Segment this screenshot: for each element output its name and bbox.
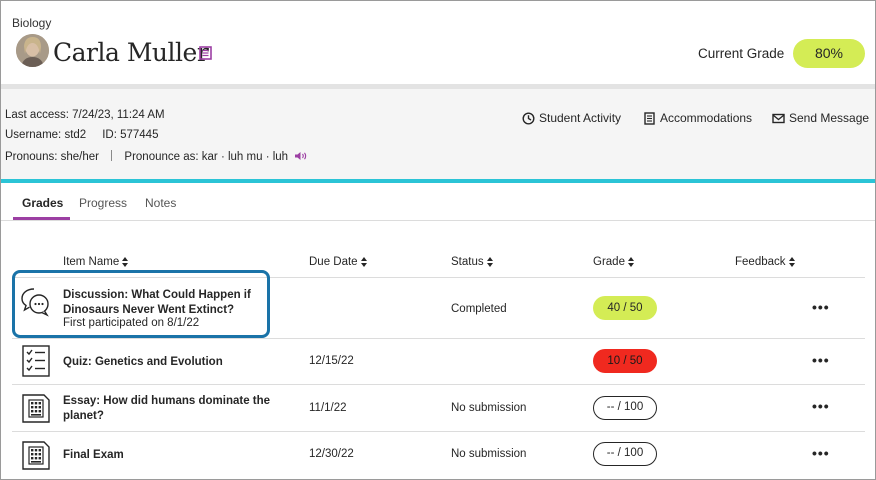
activity-icon — [522, 111, 535, 125]
column-header-feedback[interactable]: Feedback — [735, 256, 795, 268]
header-label: Feedback — [735, 256, 786, 268]
avatar — [16, 34, 49, 67]
row-divider — [12, 431, 865, 432]
course-name: Biology — [12, 16, 52, 30]
accommodations-label: Accommodations — [660, 111, 753, 125]
speaker-icon[interactable] — [294, 151, 308, 161]
notes-icon[interactable] — [199, 46, 212, 60]
pronounce-value: kar · luh mu · luh — [201, 151, 289, 163]
divider — [111, 150, 113, 161]
sort-icon — [788, 257, 795, 267]
sort-icon — [360, 257, 367, 267]
grade-pill[interactable]: 10 / 50 — [593, 349, 657, 373]
tab-progress[interactable]: Progress — [79, 196, 127, 210]
tab-grades[interactable]: Grades — [22, 196, 63, 210]
item-title[interactable]: Final Exam — [63, 448, 124, 463]
item-title[interactable]: Essay: How did humans dominate the plane… — [63, 394, 270, 424]
due-date-cell: 11/1/22 — [309, 402, 347, 414]
student-activity-button[interactable]: Student Activity — [522, 111, 621, 125]
calculator-icon — [22, 441, 50, 470]
last-access: Last access: 7/24/23, 11:24 AM — [5, 109, 165, 121]
row-divider — [12, 384, 865, 385]
more-options-button[interactable]: ••• — [812, 299, 830, 315]
item-title-line: Essay: How did humans dominate the — [63, 395, 271, 407]
envelope-icon — [772, 113, 785, 123]
calculator-icon — [22, 394, 50, 423]
header-label: Item Name — [63, 256, 120, 268]
sort-icon — [627, 257, 634, 267]
username-label: Username: — [5, 129, 62, 141]
due-date-cell: 12/15/22 — [309, 355, 354, 367]
status-cell: Completed — [451, 303, 507, 315]
pronounce-label: Pronounce as: — [124, 151, 199, 163]
send-message-button[interactable]: Send Message — [772, 111, 869, 125]
pronouns-value: she/her — [60, 151, 99, 163]
column-header-due-date[interactable]: Due Date — [309, 256, 367, 268]
id-label: ID: — [102, 129, 117, 141]
more-options-button[interactable]: ••• — [812, 445, 830, 461]
highlight-outline — [12, 270, 270, 338]
accommodations-icon — [644, 111, 655, 125]
due-date-cell: 12/30/22 — [309, 448, 354, 460]
grade-pill[interactable]: -- / 100 — [593, 442, 657, 466]
pronouns-label: Pronouns: — [5, 151, 58, 163]
accommodations-button[interactable]: Accommodations — [643, 111, 752, 125]
grade-pill[interactable]: -- / 100 — [593, 396, 657, 420]
header-label: Due Date — [309, 256, 358, 268]
grade-pill[interactable]: 40 / 50 — [593, 296, 657, 320]
more-options-button[interactable]: ••• — [812, 398, 830, 414]
header-label: Status — [451, 256, 484, 268]
item-title-line: planet? — [63, 410, 104, 422]
last-access-value: 7/24/23, 11:24 AM — [72, 109, 165, 121]
sort-icon — [122, 257, 129, 267]
id-value: 577445 — [120, 129, 159, 141]
username-row: Username: std2 ID: 577445 — [5, 129, 158, 141]
current-grade-badge: 80% — [793, 39, 865, 68]
current-grade-label: Current Grade — [698, 46, 785, 61]
row-divider — [12, 338, 865, 339]
status-cell: No submission — [451, 402, 527, 414]
student-activity-label: Student Activity — [539, 111, 622, 125]
status-cell: No submission — [451, 448, 527, 460]
column-header-status[interactable]: Status — [451, 256, 493, 268]
header-label: Grade — [593, 256, 625, 268]
username-value: std2 — [64, 129, 87, 141]
more-options-button[interactable]: ••• — [812, 352, 830, 368]
sort-icon — [486, 257, 493, 267]
tabs-divider — [1, 220, 875, 221]
tab-notes[interactable]: Notes — [145, 196, 176, 210]
pronouns-row: Pronouns: she/her Pronounce as: kar · lu… — [5, 150, 308, 163]
send-message-label: Send Message — [789, 111, 870, 125]
student-name: Carla Muller — [53, 38, 209, 67]
column-header-grade[interactable]: Grade — [593, 256, 634, 268]
column-header-item-name[interactable]: Item Name — [63, 256, 129, 268]
last-access-label: Last access: — [5, 109, 69, 121]
quiz-icon — [22, 345, 50, 377]
accent-bar — [1, 179, 875, 183]
item-title[interactable]: Quiz: Genetics and Evolution — [63, 355, 223, 370]
